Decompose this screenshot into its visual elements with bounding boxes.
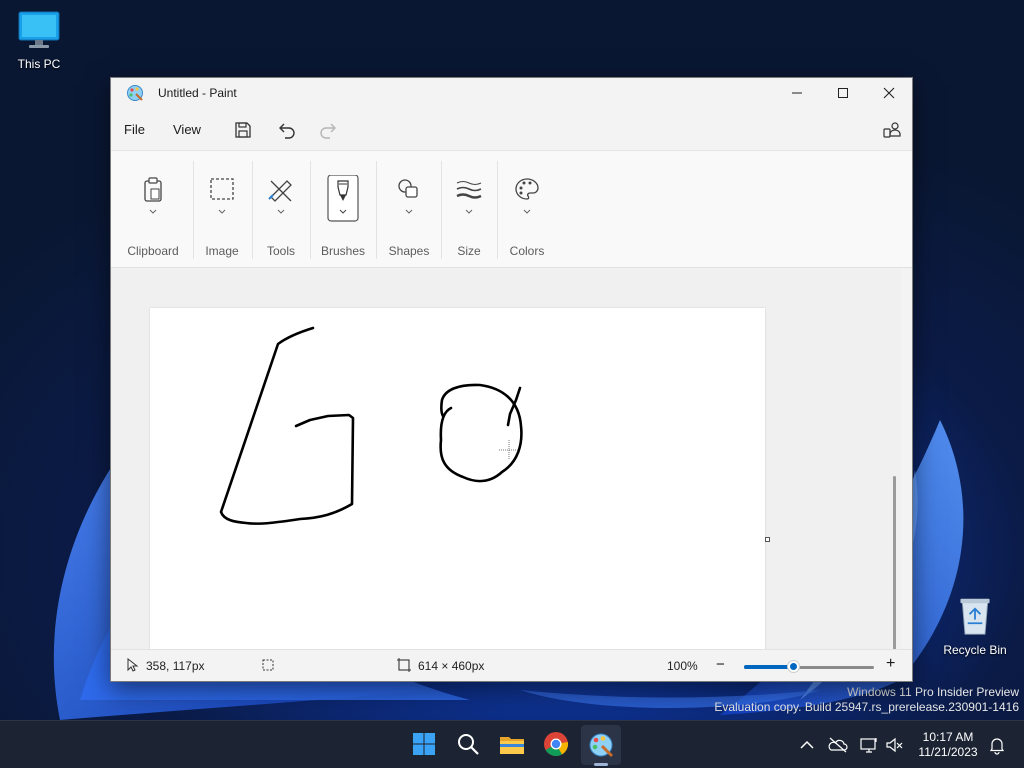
ribbon-group-image[interactable]: Image xyxy=(197,151,247,269)
ribbon-label: Image xyxy=(205,244,239,258)
zoom-out-button[interactable]: − xyxy=(716,656,725,673)
zoom-slider-thumb[interactable] xyxy=(787,660,800,673)
chrome-button[interactable] xyxy=(541,729,571,759)
watermark-line2: Evaluation copy. Build 25947.rs_prerelea… xyxy=(714,700,1019,714)
close-icon xyxy=(883,87,895,99)
canvas-size: 614 × 460px xyxy=(418,659,485,673)
selection-icon xyxy=(210,178,234,214)
pointer-icon xyxy=(127,658,139,672)
onedrive-icon[interactable] xyxy=(828,735,848,755)
undo-icon[interactable] xyxy=(275,118,299,142)
menu-view[interactable]: View xyxy=(173,122,201,137)
save-icon[interactable] xyxy=(231,118,255,142)
chrome-icon xyxy=(544,732,569,757)
zoom-slider-fill xyxy=(744,665,793,669)
stroke-letter-o xyxy=(439,383,523,483)
ribbon-label: Size xyxy=(457,244,481,258)
zoom-in-button[interactable]: + xyxy=(886,655,895,673)
show-hidden-icons-icon[interactable] xyxy=(797,735,817,755)
paint-icon xyxy=(589,733,614,758)
drawing-canvas[interactable] xyxy=(150,308,765,651)
minimize-icon xyxy=(792,92,802,94)
start-button[interactable] xyxy=(409,729,439,759)
brush-icon xyxy=(327,175,359,222)
paint-taskbar-button[interactable] xyxy=(581,725,621,765)
ribbon-group-size[interactable]: Size xyxy=(445,151,493,269)
ribbon-divider xyxy=(441,161,442,259)
ribbon-toolbar: Clipboard Image Tools Brushes Shapes Siz… xyxy=(111,150,912,268)
maximize-icon xyxy=(838,88,848,98)
network-display-icon[interactable] xyxy=(859,735,879,755)
volume-muted-icon[interactable] xyxy=(885,735,905,755)
tools-icon xyxy=(268,180,292,214)
menu-file[interactable]: File xyxy=(124,122,145,137)
watermark-line1: Windows 11 Pro Insider Preview xyxy=(847,685,1019,699)
file-explorer-icon xyxy=(500,737,524,754)
ribbon-divider xyxy=(193,161,194,259)
close-button[interactable] xyxy=(866,78,912,108)
ribbon-group-colors[interactable]: Colors xyxy=(501,151,553,269)
maximize-button[interactable] xyxy=(820,78,866,108)
notification-bell-icon[interactable] xyxy=(987,735,1007,755)
canvas-size-icon xyxy=(397,658,411,672)
title-bar[interactable]: Untitled - Paint xyxy=(111,78,912,108)
stroke-slash xyxy=(506,386,522,427)
ribbon-label: Shapes xyxy=(388,244,430,258)
ribbon-divider xyxy=(497,161,498,259)
ribbon-divider xyxy=(310,161,311,259)
active-app-indicator xyxy=(594,763,608,766)
window-title: Untitled - Paint xyxy=(158,86,237,100)
ribbon-group-clipboard[interactable]: Clipboard xyxy=(119,151,187,269)
ribbon-group-tools[interactable]: Tools xyxy=(256,151,306,269)
stroke-letter-g xyxy=(219,326,355,525)
canvas-workspace xyxy=(111,269,901,651)
ribbon-label: Clipboard xyxy=(127,244,179,258)
selection-size-icon xyxy=(262,659,274,671)
shapes-icon xyxy=(398,179,418,214)
menu-bar: File View xyxy=(111,114,912,146)
cursor-position: 358, 117px xyxy=(146,659,205,673)
clipboard-icon xyxy=(144,177,162,214)
windows-start-icon xyxy=(413,733,435,755)
size-icon xyxy=(456,181,482,214)
account-icon[interactable] xyxy=(880,118,904,142)
taskbar: 10:17 AM 11/21/2023 xyxy=(0,720,1024,768)
taskbar-clock[interactable]: 10:17 AM 11/21/2023 xyxy=(913,730,983,760)
ribbon-label: Brushes xyxy=(320,244,366,258)
palette-icon xyxy=(515,178,539,214)
desktop-icon-label: This PC xyxy=(17,57,61,71)
status-bar: 358, 117px 614 × 460px 100% − + xyxy=(111,649,912,681)
ribbon-label: Tools xyxy=(266,244,295,258)
recycle-bin-icon xyxy=(960,598,990,635)
ribbon-divider xyxy=(252,161,253,259)
minimize-button[interactable] xyxy=(774,78,820,108)
canvas-resize-handle[interactable] xyxy=(765,537,770,542)
file-explorer-button[interactable] xyxy=(497,729,527,759)
ribbon-divider xyxy=(376,161,377,259)
search-button[interactable] xyxy=(453,729,483,759)
vertical-scrollbar[interactable] xyxy=(893,476,896,651)
desktop-icon-this-pc[interactable]: This PC xyxy=(1,10,77,71)
ribbon-group-shapes[interactable]: Shapes xyxy=(381,151,437,269)
ribbon-label: Colors xyxy=(509,244,545,258)
paint-window: Untitled - Paint File View Clipboard Ima… xyxy=(110,77,913,682)
canvas-drawing xyxy=(219,326,523,525)
clock-time: 10:17 AM xyxy=(922,730,974,744)
desktop-icon-label: Recycle Bin xyxy=(943,643,1007,657)
evaluation-watermark: Windows 11 Pro Insider Preview Evaluatio… xyxy=(714,685,1019,715)
zoom-level: 100% xyxy=(667,659,698,673)
search-icon xyxy=(458,734,479,755)
ribbon-group-brushes[interactable]: Brushes xyxy=(314,151,372,269)
monitor-icon xyxy=(18,11,60,48)
clock-date: 11/21/2023 xyxy=(918,745,978,759)
paint-app-icon xyxy=(127,85,143,101)
desktop-icon-recycle-bin[interactable]: Recycle Bin xyxy=(937,596,1013,657)
redo-icon[interactable] xyxy=(316,118,340,142)
